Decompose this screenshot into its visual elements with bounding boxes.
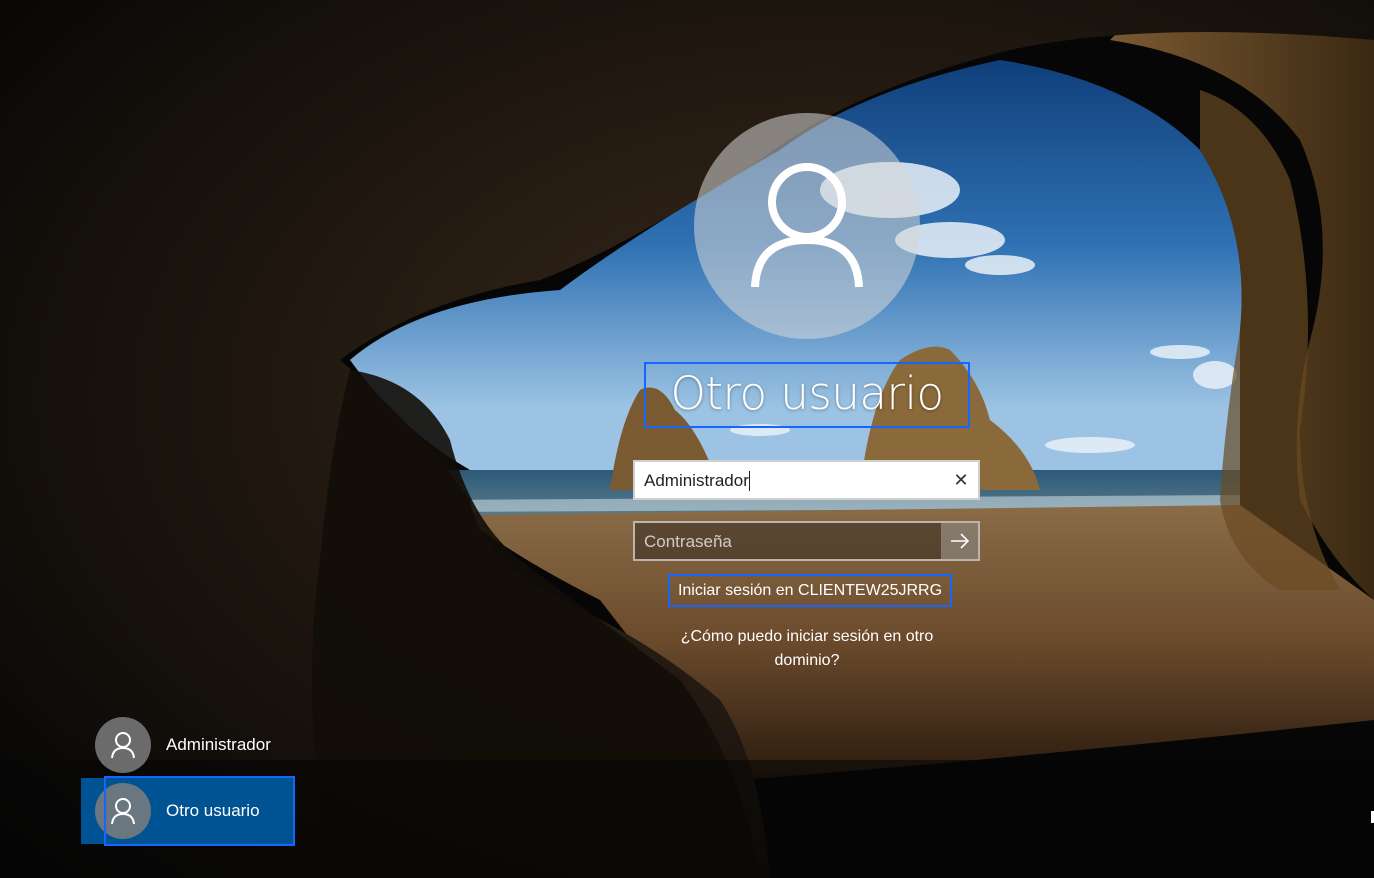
- user-icon: [751, 163, 863, 288]
- other-domain-line-1: ¿Cómo puedo iniciar sesión en otro: [680, 628, 934, 645]
- user-tile-administrador[interactable]: Administrador: [81, 712, 295, 778]
- username-input[interactable]: Administrador ✕: [633, 460, 980, 500]
- clear-username-button[interactable]: ✕: [948, 467, 974, 493]
- user-avatar-large: [694, 113, 920, 339]
- user-icon: [111, 732, 135, 759]
- focus-outline: [104, 776, 295, 846]
- submit-button[interactable]: [941, 523, 978, 559]
- close-icon: ✕: [953, 469, 969, 490]
- user-avatar-small: [95, 717, 151, 773]
- signin-to-domain-label: Iniciar sesión en CLIENTEW25JRRG: [668, 574, 952, 607]
- login-panel: Otro usuario Administrador ✕ Contraseña …: [0, 0, 1374, 878]
- other-domain-link[interactable]: ¿Cómo puedo iniciar sesión en otro domin…: [657, 625, 957, 673]
- other-domain-line-2: dominio?: [774, 652, 840, 669]
- selected-user-title: Otro usuario: [644, 362, 970, 428]
- password-input[interactable]: Contraseña: [633, 521, 980, 561]
- arrow-right-icon: [950, 533, 969, 549]
- password-placeholder: Contraseña: [644, 532, 732, 551]
- user-tile-otro-usuario[interactable]: Otro usuario: [81, 776, 295, 846]
- username-value[interactable]: Administrador: [644, 471, 750, 491]
- user-tile-label: Administrador: [166, 735, 271, 754]
